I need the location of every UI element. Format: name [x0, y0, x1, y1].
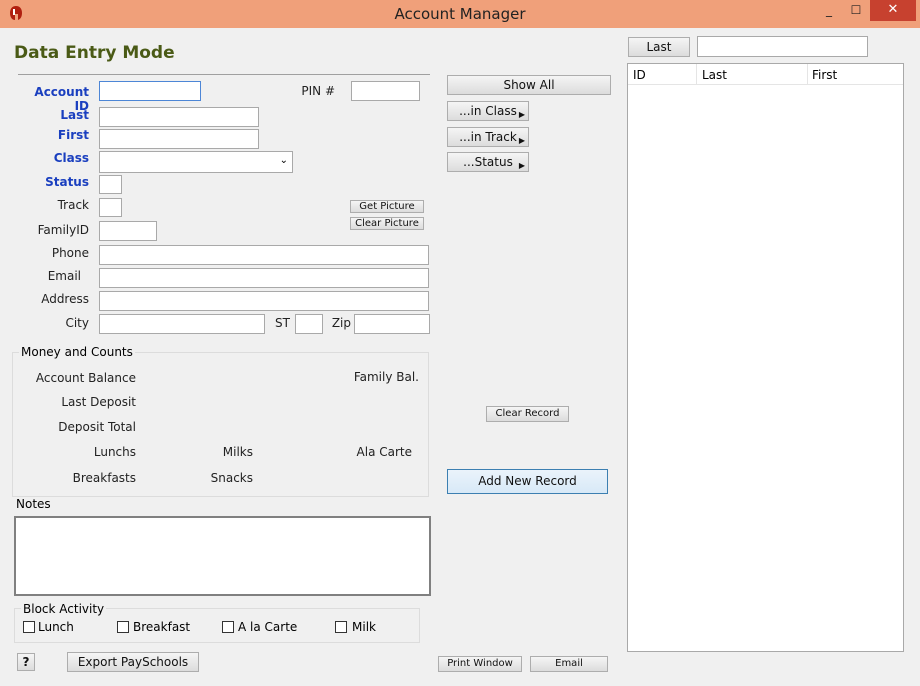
caret-right-icon: ▶ — [518, 161, 525, 170]
breakfast-checkbox-label: Breakfast — [133, 620, 191, 634]
column-id[interactable]: ID — [633, 68, 646, 82]
milks-label: Milks — [222, 445, 253, 459]
address-input[interactable] — [99, 291, 429, 311]
account-id-input[interactable] — [99, 81, 201, 101]
ala-carte-label: Ala Carte — [356, 445, 412, 459]
clear-picture-button[interactable]: Clear Picture — [350, 217, 424, 230]
lunchs-label: Lunchs — [93, 445, 136, 459]
page-title: Data Entry Mode — [14, 43, 175, 63]
snacks-label: Snacks — [210, 471, 253, 485]
in-class-button[interactable]: ...in Class ▶ — [447, 101, 529, 121]
class-select[interactable]: ⌄ — [99, 151, 293, 173]
search-input[interactable] — [697, 36, 868, 57]
chevron-down-icon: ⌄ — [279, 155, 288, 166]
column-first[interactable]: First — [812, 68, 837, 82]
zip-input[interactable] — [354, 314, 430, 334]
window-title: Account Manager — [394, 5, 526, 23]
money-counts-title: Money and Counts — [19, 345, 135, 359]
list-header: ID Last First — [628, 64, 903, 85]
status-filter-button[interactable]: ...Status ▶ — [447, 152, 529, 172]
track-label: Track — [57, 198, 89, 212]
title-bar: Account Manager _ ☐ ✕ — [0, 0, 920, 28]
block-activity-title: Block Activity — [21, 602, 107, 616]
address-label: Address — [41, 292, 89, 306]
st-input[interactable] — [295, 314, 323, 334]
column-last[interactable]: Last — [702, 68, 727, 82]
email-label: Email — [47, 269, 81, 283]
first-input[interactable] — [99, 129, 259, 149]
last-label: Last — [60, 108, 89, 122]
pin-label: PIN # — [301, 84, 335, 98]
status-filter-label: ...Status — [463, 155, 513, 169]
add-new-record-button[interactable]: Add New Record — [447, 469, 608, 494]
city-input[interactable] — [99, 314, 265, 334]
city-label: City — [65, 316, 89, 330]
column-divider — [696, 64, 697, 84]
st-label: ST — [275, 316, 290, 330]
phone-label: Phone — [51, 246, 89, 260]
pin-input[interactable] — [351, 81, 420, 101]
first-label: First — [57, 128, 89, 142]
family-bal-label: Family Bal. — [353, 370, 419, 384]
caret-right-icon: ▶ — [518, 136, 525, 145]
column-divider — [807, 64, 808, 84]
main-window: Data Entry Mode Account ID PIN # Last Fi… — [0, 28, 920, 686]
print-window-button[interactable]: Print Window — [438, 656, 522, 672]
track-input[interactable] — [99, 198, 122, 217]
last-input[interactable] — [99, 107, 259, 127]
phone-input[interactable] — [99, 245, 429, 265]
a-la-carte-checkbox-label: A la Carte — [238, 620, 298, 634]
last-deposit-label: Last Deposit — [61, 395, 136, 409]
in-track-label: ...in Track — [459, 130, 517, 144]
breakfast-checkbox[interactable] — [117, 621, 129, 633]
milk-checkbox[interactable] — [335, 621, 347, 633]
notes-label: Notes — [16, 497, 51, 511]
email-input[interactable] — [99, 268, 429, 288]
maximize-button[interactable]: ☐ — [843, 0, 869, 21]
lunch-checkbox-label: Lunch — [38, 620, 74, 634]
header-divider — [18, 74, 430, 75]
help-button[interactable]: ? — [17, 653, 35, 671]
minimize-button[interactable]: _ — [816, 0, 842, 21]
in-class-label: ...in Class — [459, 104, 517, 118]
status-label: Status — [45, 175, 89, 189]
account-balance-label: Account Balance — [35, 371, 136, 385]
caret-right-icon: ▶ — [518, 110, 525, 119]
clear-record-button[interactable]: Clear Record — [486, 406, 569, 422]
class-label: Class — [53, 151, 89, 165]
show-all-button[interactable]: Show All — [447, 75, 611, 95]
milk-checkbox-label: Milk — [352, 620, 376, 634]
deposit-total-label: Deposit Total — [58, 420, 136, 434]
family-id-label: FamilyID — [37, 223, 89, 237]
in-track-button[interactable]: ...in Track ▶ — [447, 127, 529, 147]
breakfasts-label: Breakfasts — [72, 471, 136, 485]
lunch-checkbox[interactable] — [23, 621, 35, 633]
email-button[interactable]: Email — [530, 656, 608, 672]
zip-label: Zip — [331, 316, 351, 330]
family-id-input[interactable] — [99, 221, 157, 241]
export-payschools-button[interactable]: Export PaySchools — [67, 652, 199, 672]
accounts-list[interactable]: ID Last First — [627, 63, 904, 652]
status-input[interactable] — [99, 175, 122, 194]
a-la-carte-checkbox[interactable] — [222, 621, 234, 633]
notes-textarea[interactable] — [14, 516, 431, 596]
search-last-button[interactable]: Last — [628, 37, 690, 57]
close-button[interactable]: ✕ — [870, 0, 916, 21]
get-picture-button[interactable]: Get Picture — [350, 200, 424, 213]
